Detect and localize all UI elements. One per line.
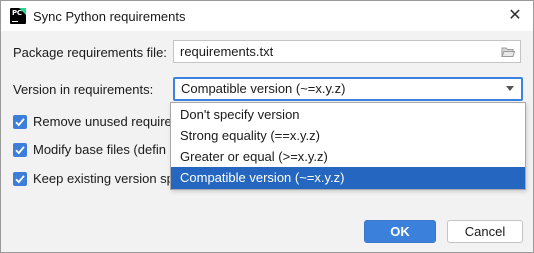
dropdown-option-greater-or-equal[interactable]: Greater or equal (>=x.y.z) <box>171 146 525 168</box>
chevron-down-icon[interactable] <box>506 86 514 91</box>
checkmark-icon <box>15 175 25 184</box>
close-button[interactable]: ✕ <box>503 4 527 28</box>
sync-requirements-dialog: PC Sync Python requirements ✕ Package re… <box>0 0 534 253</box>
remove-unused-checkbox[interactable] <box>13 115 27 129</box>
ok-button[interactable]: OK <box>364 220 436 243</box>
package-file-value: requirements.txt <box>180 44 274 59</box>
dropdown-option-compatible[interactable]: Compatible version (~=x.y.z) <box>171 167 525 189</box>
checkmark-icon <box>15 118 25 127</box>
version-combobox-value: Compatible version (~=x.y.z) <box>181 81 346 96</box>
modify-base-files-checkbox[interactable] <box>13 143 27 157</box>
package-file-label: Package requirements file: <box>13 45 167 60</box>
window-title: Sync Python requirements <box>33 9 186 24</box>
folder-icon[interactable] <box>501 45 515 59</box>
title-bar: PC Sync Python requirements ✕ <box>1 1 533 31</box>
package-file-field[interactable]: requirements.txt <box>173 40 521 63</box>
checkmark-icon <box>15 146 25 155</box>
dropdown-option-strong-equality[interactable]: Strong equality (==x.y.z) <box>171 125 525 147</box>
remove-unused-label: Remove unused require <box>33 114 172 129</box>
close-icon: ✕ <box>508 7 522 24</box>
version-label: Version in requirements: <box>13 82 154 97</box>
version-combobox[interactable]: Compatible version (~=x.y.z) <box>173 77 523 101</box>
keep-existing-version-label: Keep existing version sp <box>33 171 174 186</box>
cancel-button[interactable]: Cancel <box>447 220 523 243</box>
keep-existing-version-checkbox[interactable] <box>13 172 27 186</box>
dropdown-option-dont-specify[interactable]: Don't specify version <box>171 104 525 126</box>
pycharm-icon: PC <box>10 8 26 24</box>
modify-base-files-label: Modify base files (defin <box>33 142 166 157</box>
version-dropdown-list: Don't specify version Strong equality (=… <box>170 102 526 190</box>
